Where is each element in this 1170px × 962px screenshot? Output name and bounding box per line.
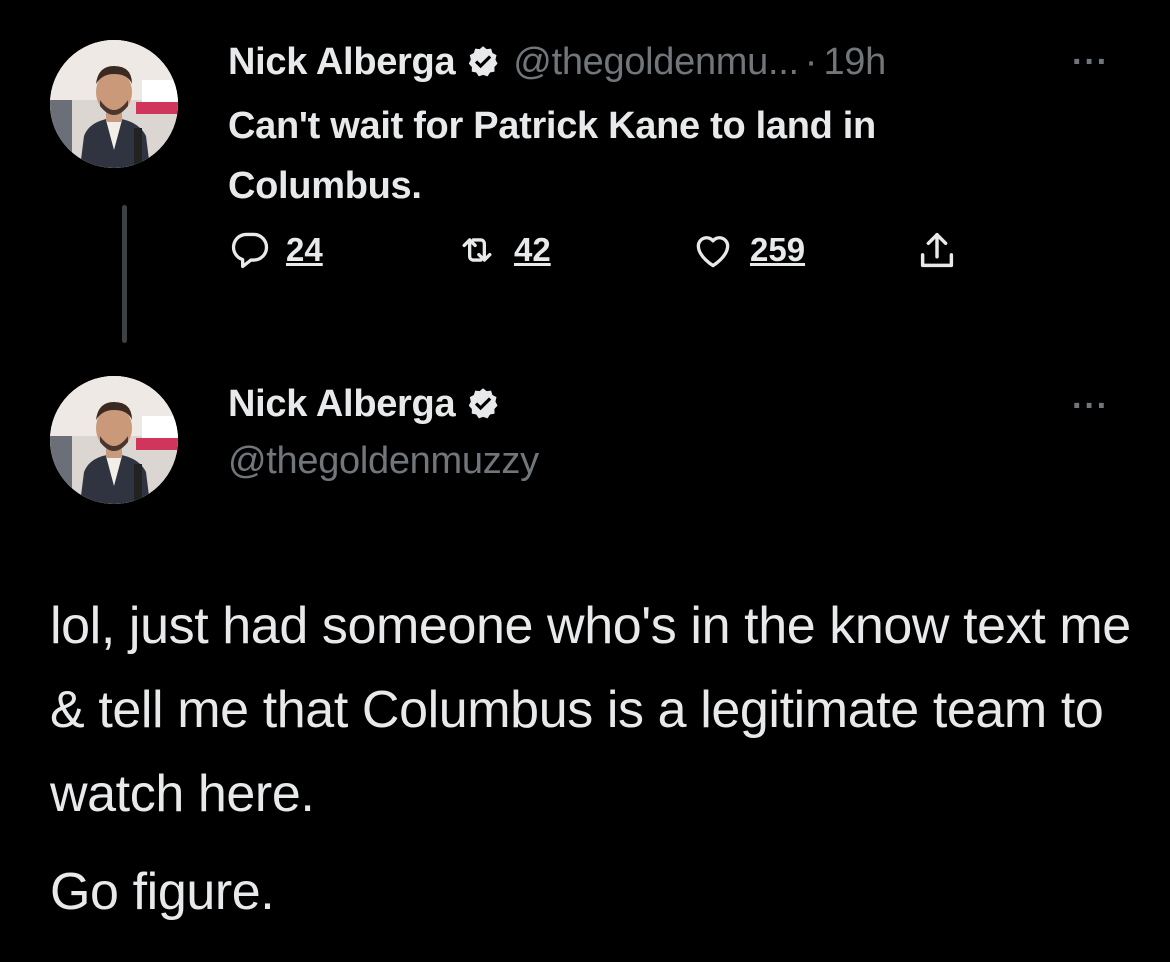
more-icon[interactable]: ···	[1072, 389, 1109, 423]
author-handle[interactable]: @thegoldenmu...	[513, 40, 799, 84]
more-icon[interactable]: ···	[1072, 45, 1109, 79]
tweet-header: Nick Alberga	[228, 382, 501, 426]
avatar[interactable]	[50, 40, 178, 168]
separator-dot: ·	[804, 41, 818, 83]
thread-connector-line	[122, 205, 127, 343]
like-count: 259	[750, 231, 806, 268]
avatar[interactable]	[50, 376, 178, 504]
timestamp[interactable]: 19h	[823, 40, 886, 84]
retweet-count: 42	[514, 231, 551, 268]
tweet-text-paragraph: lol, just had someone who's in the know …	[50, 597, 1131, 823]
tweet-text-paragraph: Go figure.	[50, 863, 275, 921]
parent-tweet[interactable]: Nick Alberga @thegoldenmu... · 19h ··· C…	[0, 0, 1170, 350]
share-icon	[914, 228, 960, 274]
author-handle[interactable]: @thegoldenmuzzy	[228, 440, 539, 483]
like-button[interactable]: 259	[690, 228, 805, 272]
reply-button[interactable]: 24	[228, 228, 323, 272]
avatar-photo	[50, 376, 178, 504]
avatar-photo	[50, 40, 178, 168]
reply-icon	[228, 228, 272, 272]
share-button[interactable]	[914, 228, 960, 274]
tweet-text: lol, just had someone who's in the know …	[50, 584, 1140, 934]
author-name[interactable]: Nick Alberga	[228, 382, 456, 426]
tweet-header: Nick Alberga @thegoldenmu... · 19h	[228, 40, 886, 84]
verified-badge-icon	[465, 386, 501, 422]
reply-count: 24	[286, 231, 323, 268]
author-name[interactable]: Nick Alberga	[228, 40, 456, 84]
tweet-text: Can't wait for Patrick Kane to land in C…	[228, 105, 876, 207]
verified-badge-icon	[465, 44, 501, 80]
like-icon	[690, 228, 736, 272]
retweet-icon	[454, 228, 500, 272]
retweet-button[interactable]: 42	[454, 228, 551, 272]
